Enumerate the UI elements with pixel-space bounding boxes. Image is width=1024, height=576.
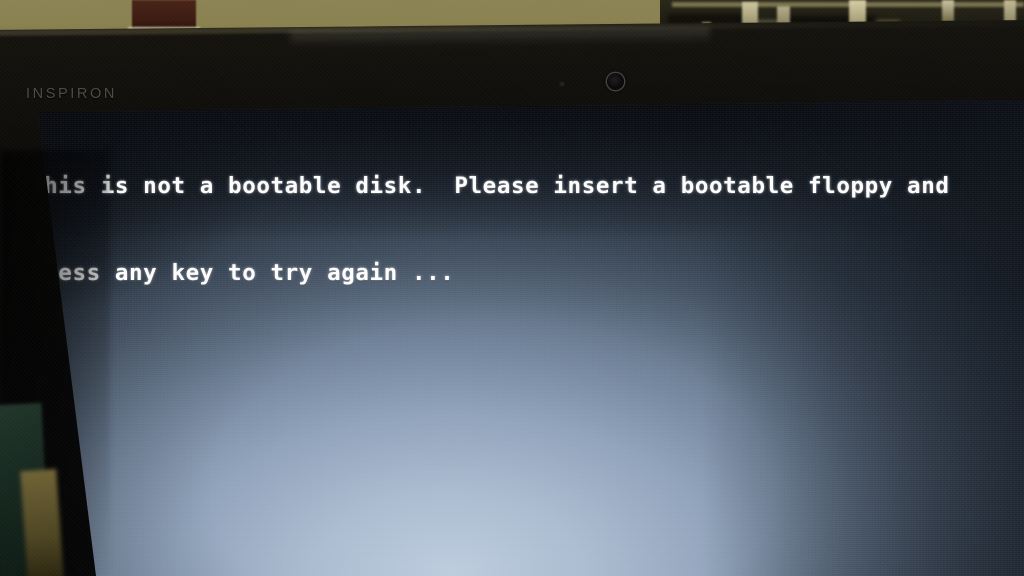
boot-message-line-2: press any key to try again ...: [30, 260, 455, 286]
shelf-edge-highlight: [672, 2, 1024, 7]
boot-error-message: This is not a bootable disk. Please inse…: [30, 114, 1024, 346]
foreground-tan-object: [20, 468, 64, 576]
webcam-lens-icon: [607, 73, 624, 90]
microphone-hole-icon: [560, 82, 564, 86]
boot-message-line-1: This is not a bootable disk. Please inse…: [30, 173, 950, 199]
inspiron-brand-logo: INSPIRON: [26, 86, 117, 102]
bezel-gloss-reflection: [290, 27, 711, 48]
laptop-boot-error-photo: This is not a bootable disk. Please inse…: [0, 0, 1024, 576]
furniture-dark-box: [132, 0, 196, 30]
